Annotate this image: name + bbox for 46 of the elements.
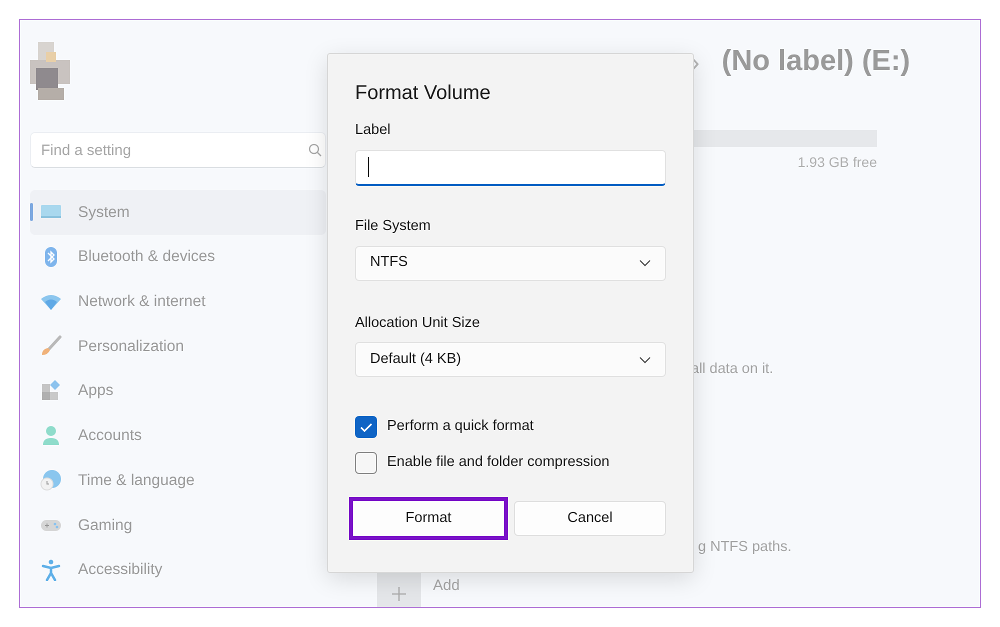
chevron-down-icon [639, 356, 651, 364]
sidebar-item[interactable]: Bluetooth & devices [30, 234, 326, 280]
field-label: Allocation Unit Size [355, 314, 481, 332]
allocation-size-dropdown[interactable]: Default (4 KB) [355, 342, 666, 378]
dialog-title: Format Volume [355, 81, 492, 106]
checkbox-label: Perform a quick format [387, 417, 534, 436]
description-text: g NTFS paths. [698, 538, 792, 557]
field-label: Label [355, 121, 392, 140]
field-label: File System [355, 216, 432, 236]
storage-free-text: 1.93 GB free [796, 153, 877, 172]
sidebar-item[interactable]: Personalization [30, 324, 326, 369]
sidebar-item-label: Time & language [78, 470, 195, 491]
sidebar-item[interactable]: Network & internet [30, 279, 326, 324]
sidebar-item-label: Network & internet [78, 292, 206, 312]
sidebar-item[interactable]: Accounts [30, 413, 326, 458]
sidebar-item[interactable]: Apps [30, 368, 326, 414]
person-icon [40, 424, 62, 447]
search-icon [308, 143, 322, 157]
sidebar-item-label: Bluetooth & devices [78, 247, 216, 268]
checkbox[interactable] [355, 452, 377, 474]
checkbox[interactable] [355, 416, 377, 438]
sidebar-item-label: Accounts [78, 426, 142, 446]
sidebar-item-label: System [78, 202, 130, 223]
label-input-field[interactable] [355, 150, 666, 186]
plus-icon [392, 586, 406, 600]
search-field[interactable]: Find a setting [30, 132, 326, 168]
page-title: (No label) (E:) [722, 44, 910, 80]
sidebar-item-label: Personalization [78, 336, 184, 357]
file-system-dropdown[interactable]: NTFS [355, 246, 666, 280]
accessibility-icon [40, 558, 62, 581]
chevron-down-icon [639, 259, 651, 267]
checkbox-label: Enable file and folder compression [387, 453, 610, 472]
sidebar-item[interactable]: Accessibility [30, 548, 326, 592]
sidebar-item-label: Gaming [78, 516, 132, 536]
sidebar-item-label: Accessibility [78, 560, 162, 580]
sidebar-item[interactable]: Time & language [30, 458, 326, 503]
add-label: Add [433, 576, 460, 596]
brush-icon [40, 335, 62, 358]
sidebar-item[interactable]: System [30, 190, 326, 235]
dialog-button[interactable]: Cancel [514, 501, 666, 536]
apps-icon [40, 380, 62, 402]
sidebar-item[interactable]: Gaming [30, 502, 326, 548]
text-cursor [368, 157, 369, 178]
dialog-button[interactable]: Format [353, 501, 504, 536]
globe-clock-icon [40, 469, 62, 492]
sidebar-item-label: Apps [78, 381, 114, 402]
